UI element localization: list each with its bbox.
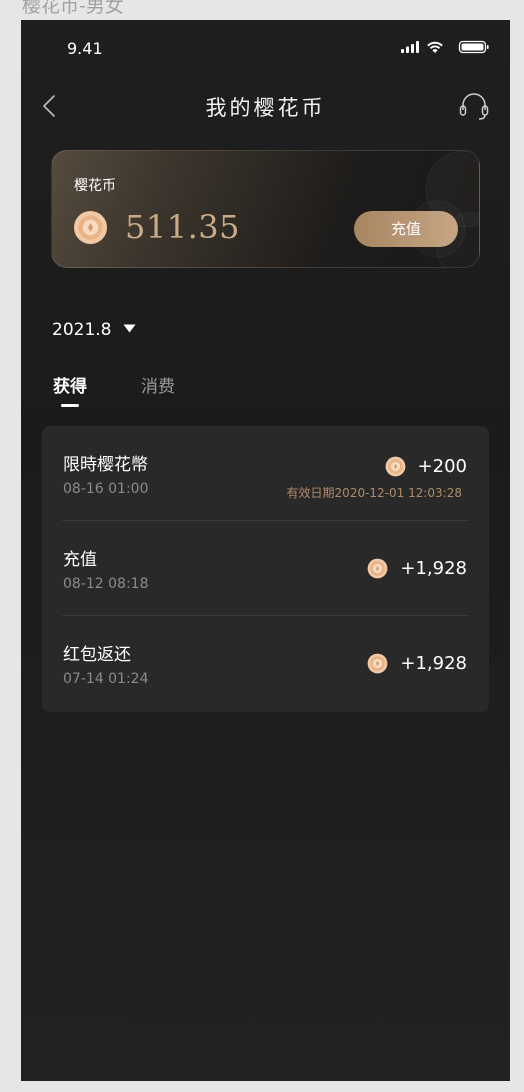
list-item[interactable]: 充值 08-12 08:18 +1,928	[42, 521, 489, 616]
tab-earned[interactable]: 获得	[53, 372, 87, 397]
caret-down-icon	[123, 324, 136, 333]
record-title: 限時樱花幣	[63, 455, 148, 475]
coin-balance: 511.35	[125, 208, 240, 246]
record-expiry: 有效日期2020-12-01 12:03:28	[286, 486, 462, 500]
record-time: 08-12 08:18	[63, 576, 149, 592]
record-time: 08-16 01:00	[63, 481, 149, 497]
balance-card: 樱花币 511.35 充值	[51, 150, 480, 268]
list-item[interactable]: 红包返还 07-14 01:24 +1,928	[42, 616, 489, 711]
record-amount: +200	[417, 455, 467, 477]
record-title: 红包返还	[63, 645, 131, 665]
active-tab-indicator	[61, 404, 79, 407]
battery-icon	[458, 40, 489, 54]
record-amount-group: +200	[385, 454, 467, 478]
wifi-icon	[427, 41, 443, 53]
recharge-button[interactable]: 充值	[354, 211, 458, 247]
record-title: 充值	[63, 550, 97, 570]
status-time: 9.41	[67, 39, 103, 58]
artboard-label: 樱花币-男女	[22, 0, 124, 17]
cellular-signal-icon	[401, 41, 419, 53]
status-bar: 9.41	[21, 20, 510, 74]
sakura-coin-icon	[367, 558, 388, 578]
record-list: 限時樱花幣 08-16 01:00 +200 有效日期2020-12-01 12…	[42, 426, 489, 712]
month-selector[interactable]: 2021.8	[52, 320, 136, 344]
record-amount: +1,928	[400, 652, 467, 674]
card-label: 樱花币	[74, 178, 116, 194]
nav-bar: 我的樱花币	[21, 86, 510, 126]
customer-service-button[interactable]	[457, 90, 491, 122]
phone-screen: 9.41 我的樱花币 樱花币 511.35 充值 2021.8 获得 消费 限時…	[21, 20, 510, 1081]
sakura-coin-icon	[385, 456, 405, 476]
status-icons	[401, 40, 492, 54]
list-item[interactable]: 限時樱花幣 08-16 01:00 +200 有效日期2020-12-01 12…	[42, 426, 489, 521]
tab-spent[interactable]: 消费	[141, 372, 175, 397]
sakura-coin-icon	[73, 210, 108, 245]
month-value: 2021.8	[52, 320, 112, 340]
record-amount-group: +1,928	[367, 556, 467, 580]
record-amount-group: +1,928	[367, 651, 467, 675]
record-amount: +1,928	[400, 557, 467, 579]
page-title: 我的樱花币	[205, 96, 326, 120]
record-time: 07-14 01:24	[63, 671, 149, 687]
card-cloud-decoration	[408, 151, 479, 267]
headset-icon	[459, 93, 489, 120]
sakura-coin-icon	[367, 653, 388, 673]
